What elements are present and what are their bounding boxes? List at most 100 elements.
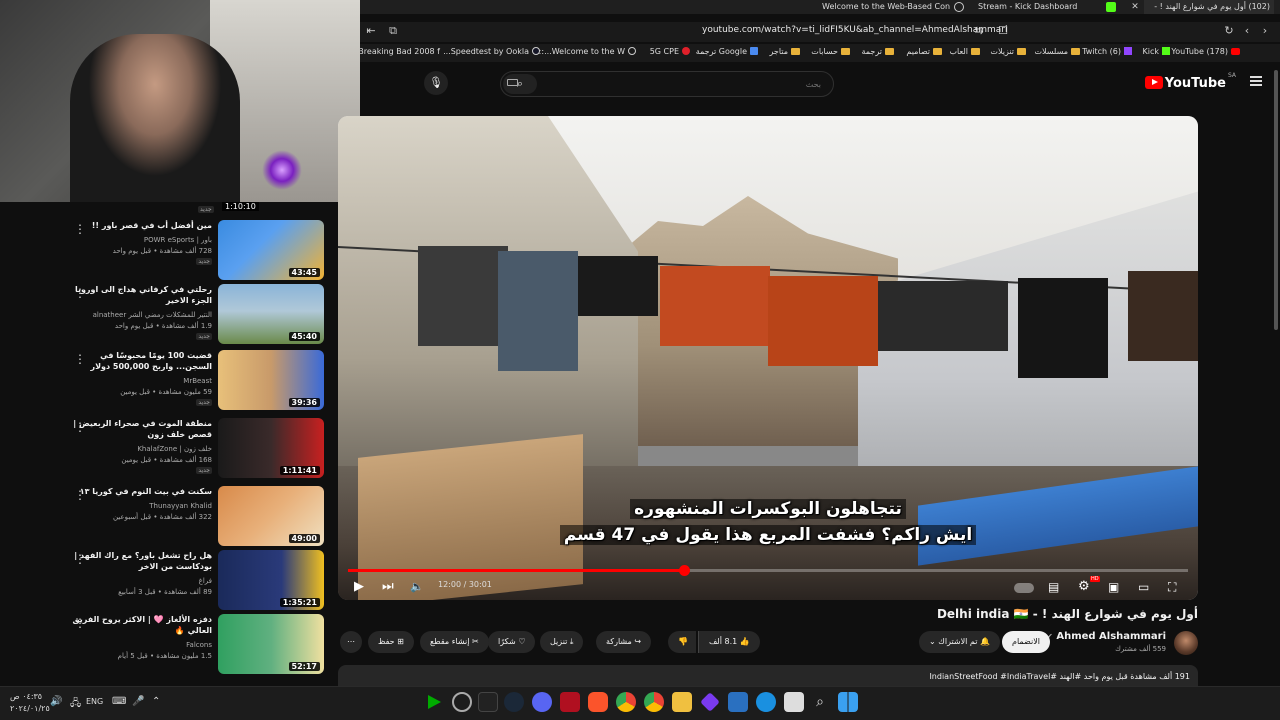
- page-scrollbar[interactable]: [1272, 70, 1280, 330]
- bookmark-speedtest[interactable]: Speedtest by Ookla...: [443, 47, 540, 56]
- clip-button[interactable]: ✂ إنشاء مقطع: [420, 631, 489, 653]
- volume-icon[interactable]: 🔈: [410, 577, 424, 597]
- vpn-app-icon[interactable]: [700, 692, 720, 712]
- download-button[interactable]: ⤓ تنزيل: [540, 631, 584, 653]
- more-options-icon[interactable]: ⋮: [74, 352, 86, 366]
- discord-icon[interactable]: [532, 692, 552, 712]
- list-item[interactable]: 39:36 قضيت 100 يومًا محبوسًا في السجن...…: [60, 350, 330, 412]
- video-thumbnail[interactable]: 45:40: [218, 284, 324, 344]
- media-player-icon[interactable]: [428, 695, 441, 709]
- channel-name[interactable]: النتير للمشكلات رمضي الشر alnatheer: [72, 311, 212, 319]
- voice-search-button[interactable]: 🎙: [424, 71, 448, 95]
- video-title[interactable]: هل راح تشغل باور؟ مع راك الفهد | بودكاست…: [72, 550, 212, 572]
- settings-icon[interactable]: ⚙: [1078, 577, 1090, 597]
- wintor-icon[interactable]: [560, 692, 580, 712]
- bookmark-5g-cpe[interactable]: 5G CPE: [650, 47, 690, 56]
- video-title[interactable]: سكنت في بيت النوم في كوريا ١٣: [72, 486, 212, 497]
- play-icon[interactable]: ▶: [354, 577, 364, 597]
- tab-youtube-video[interactable]: (102) أول يوم في شوارع الهند ! -: [1144, 0, 1274, 14]
- next-icon[interactable]: ⏭: [382, 577, 394, 597]
- thanks-button[interactable]: ♡ شكرًا: [488, 631, 536, 653]
- autoplay-toggle[interactable]: [1014, 583, 1034, 593]
- search-input[interactable]: [541, 76, 821, 92]
- more-options-icon[interactable]: ⋮: [74, 552, 86, 566]
- tab-kick-dashboard[interactable]: Stream - Kick Dashboard: [964, 0, 1104, 14]
- settings-app-icon[interactable]: [452, 692, 472, 712]
- bookmark-kick[interactable]: Kick: [1143, 47, 1170, 56]
- network-icon[interactable]: 🖧: [70, 696, 81, 713]
- list-item[interactable]: 1:35:21 هل راح تشغل باور؟ مع راك الفهد |…: [60, 550, 330, 612]
- more-actions-button[interactable]: ⋯: [340, 631, 362, 653]
- mic-icon[interactable]: 🎤: [132, 696, 144, 707]
- start-icon[interactable]: [838, 692, 858, 712]
- video-thumbnail[interactable]: 1:11:41: [218, 418, 324, 478]
- bookmark-folder-games[interactable]: العاب: [950, 47, 980, 56]
- bookmark-breaking-bad[interactable]: Breaking Bad 2008 f...: [351, 47, 440, 56]
- edge-icon[interactable]: [756, 692, 776, 712]
- video-title[interactable]: رحلتي في كرفاني هداج الى اوروبا الجزء ال…: [72, 284, 212, 306]
- subscribed-button[interactable]: 🔔 تم الاشتراك ⌄: [919, 631, 1000, 653]
- bookmark-folder-downloads[interactable]: تنزيلات: [990, 47, 1026, 56]
- bookmark-twitch[interactable]: Twitch (6): [1082, 47, 1132, 56]
- video-title[interactable]: مين أفضل أب في قصر باور !!: [72, 220, 212, 231]
- tab-web-config[interactable]: Welcome to the Web-Based Config::: [800, 0, 950, 14]
- channel-avatar[interactable]: [1174, 631, 1198, 655]
- back-arrow-icon[interactable]: ⇤: [364, 24, 378, 38]
- search-icon[interactable]: ⌕: [810, 692, 830, 712]
- forward-icon[interactable]: ‹: [1240, 24, 1254, 38]
- video-player[interactable]: تتجاهلون البوكسرات المنشهوره ايش راكم؟ ف…: [338, 116, 1198, 600]
- channel-name[interactable]: باور | POWR eSports: [72, 236, 212, 244]
- keyboard-icon[interactable]: [507, 79, 518, 86]
- like-button[interactable]: 👍 8.1 ألف: [698, 631, 760, 653]
- video-thumbnail[interactable]: 1:35:21: [218, 550, 324, 610]
- close-tab-icon[interactable]: ✕: [1128, 0, 1142, 14]
- steam-icon[interactable]: [504, 692, 524, 712]
- list-item[interactable]: 1:11:41 منطقة الموت في صحراء الربعيض | ق…: [60, 418, 330, 480]
- list-item[interactable]: 49:00 سكنت في بيت النوم في كوريا ١٣ Thun…: [60, 486, 330, 548]
- fullscreen-icon[interactable]: ⛶: [1168, 577, 1176, 597]
- photo-app-icon[interactable]: [728, 692, 748, 712]
- video-thumbnail[interactable]: 43:45: [218, 220, 324, 280]
- volume-icon[interactable]: 🔊: [50, 696, 62, 707]
- video-title[interactable]: قضيت 100 يومًا محبوسًا في السجن... واربح…: [72, 350, 212, 372]
- join-button[interactable]: الانضمام: [1002, 631, 1050, 653]
- url-field[interactable]: youtube.com/watch?v=ti_lidFI5KU&ab_chann…: [702, 25, 1007, 35]
- channel-name[interactable]: فراغ: [72, 577, 212, 585]
- video-thumbnail[interactable]: 49:00: [218, 486, 324, 546]
- keyboard-icon[interactable]: ⌨: [112, 696, 126, 707]
- channel-name[interactable]: MrBeast: [72, 377, 212, 385]
- more-options-icon[interactable]: ⋮: [74, 616, 86, 630]
- bookmark-youtube[interactable]: (178) YouTube: [1171, 47, 1240, 56]
- bookmark-folder-stores[interactable]: متاجر: [770, 47, 800, 56]
- channel-name[interactable]: Thunayyan Khalid: [72, 502, 212, 510]
- list-item[interactable]: 45:40 رحلتي في كرفاني هداج الى اوروبا ال…: [60, 284, 330, 346]
- video-thumbnail[interactable]: 39:36: [218, 350, 324, 410]
- language-indicator[interactable]: ENG: [86, 697, 103, 706]
- miniplayer-icon[interactable]: ▣: [1108, 577, 1119, 597]
- list-item[interactable]: 43:45 مين أفضل أب في قصر باور !! باور | …: [60, 220, 330, 282]
- clock[interactable]: ٠٤:٣٥ ص ٢٠٢٤/٠١/٢٥: [10, 691, 50, 715]
- video-title[interactable]: دفزه الألغاز 🩷 | الاكثر يروح الفريق العا…: [72, 614, 212, 636]
- list-item[interactable]: 52:17 دفزه الألغاز 🩷 | الاكثر يروح الفري…: [60, 614, 330, 676]
- theater-mode-icon[interactable]: ▭: [1138, 577, 1149, 597]
- bookmark-folder-translation[interactable]: ترجمة: [862, 47, 894, 56]
- more-options-icon[interactable]: ⋮: [74, 286, 86, 300]
- video-thumbnail[interactable]: 52:17: [218, 614, 324, 674]
- brave-icon[interactable]: [588, 692, 608, 712]
- channel-name[interactable]: ✔ Ahmed Alshammari: [1046, 631, 1166, 642]
- chrome-icon[interactable]: [616, 692, 636, 712]
- file-explorer-icon[interactable]: [672, 692, 692, 712]
- task-view-icon[interactable]: [784, 692, 804, 712]
- share-button[interactable]: ↪ مشاركة: [596, 631, 652, 653]
- chevron-up-icon[interactable]: ⌃: [152, 696, 160, 707]
- terminal-icon[interactable]: [478, 692, 498, 712]
- dislike-button[interactable]: 👎: [668, 631, 696, 653]
- bookmark-folder-accounts[interactable]: حسابات: [811, 47, 850, 56]
- channel-name[interactable]: خلف زون | KhalafZone: [72, 445, 212, 453]
- more-options-icon[interactable]: ⋮: [74, 488, 86, 502]
- save-button[interactable]: ⊞ حفظ: [368, 631, 414, 653]
- video-title[interactable]: منطقة الموت في صحراء الربعيض | قصص خلف ز…: [72, 418, 212, 440]
- tab-search-icon[interactable]: ⧉: [386, 24, 400, 38]
- bookmark-google-translate[interactable]: Google ترجمة: [696, 47, 758, 56]
- progress-bar[interactable]: [348, 565, 1188, 576]
